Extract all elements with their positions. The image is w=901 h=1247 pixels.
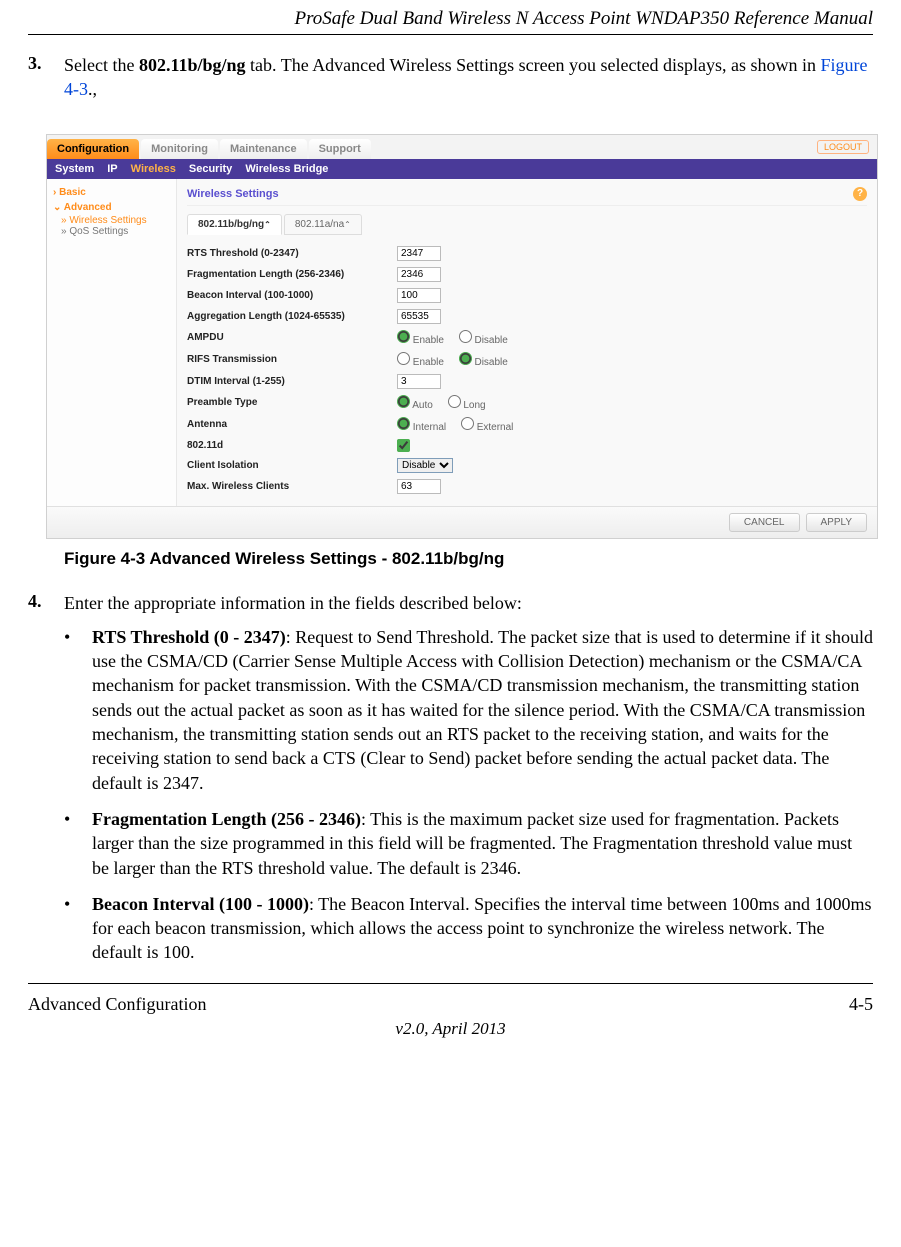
frag-input[interactable] [397,267,441,282]
rifs-disable-text: Disable [474,357,507,368]
ampdu-enable-radio[interactable] [397,330,410,343]
frag-label: Fragmentation Length (256-2346) [187,269,397,280]
footer-buttons: CANCEL APPLY [47,506,877,538]
ampdu-enable-text: Enable [413,335,444,346]
band-tab-ana[interactable]: 802.11a/na⌃ [284,214,362,235]
band-tab-bgn-label: 802.11b/bg/ng [198,219,264,230]
max-input[interactable] [397,479,441,494]
nav-basic[interactable]: › Basic [53,185,170,200]
antenna-label: Antenna [187,419,397,430]
footer-left: Advanced Configuration [28,994,206,1015]
subtab-wireless-bridge[interactable]: Wireless Bridge [245,163,328,175]
band-tab-ana-label: 802.11a/na [295,219,344,230]
bottom-rule [28,983,873,984]
nav-advanced-label: Advanced [64,202,112,213]
antenna-internal-text: Internal [413,422,446,433]
nav-advanced[interactable]: ⌄ Advanced [53,200,170,215]
bullet-1: RTS Threshold (0 - 2347): Request to Sen… [92,625,873,795]
b2-title: Fragmentation Length (256 - 2346) [92,809,361,829]
agg-input[interactable] [397,309,441,324]
cancel-button[interactable]: CANCEL [729,513,800,532]
wifi-icon: ⌃ [344,220,351,229]
d11-checkbox[interactable] [397,439,410,452]
main-panel: Wireless Settings ? 802.11b/bg/ng⌃ 802.1… [177,179,877,506]
b3-title: Beacon Interval (100 - 1000) [92,894,309,914]
top-rule [28,34,873,35]
step3-pre: Select the [64,55,139,75]
footer-version: v2.0, April 2013 [28,1015,873,1053]
step-num-3: 3. [28,53,64,102]
apply-button[interactable]: APPLY [806,513,868,532]
tab-monitoring[interactable]: Monitoring [141,139,218,159]
panel-title: Wireless Settings [187,188,279,200]
beacon-input[interactable] [397,288,441,303]
left-nav: › Basic ⌄ Advanced » Wireless Settings »… [47,179,177,506]
preamble-long-radio[interactable] [448,395,461,408]
bullet-mark: • [64,807,92,880]
tab-configuration[interactable]: Configuration [47,139,139,159]
step3-bold: 802.11b/bg/ng [139,55,246,75]
dtim-label: DTIM Interval (1-255) [187,376,397,387]
antenna-external-text: External [477,422,514,433]
band-tabs: 802.11b/bg/ng⌃ 802.11a/na⌃ [187,214,867,235]
agg-label: Aggregation Length (1024-65535) [187,311,397,322]
preamble-long-text: Long [463,400,485,411]
rts-input[interactable] [397,246,441,261]
logout-button[interactable]: LOGOUT [817,140,869,154]
tab-support[interactable]: Support [309,139,371,159]
page-header: ProSafe Dual Band Wireless N Access Poin… [28,0,873,34]
max-label: Max. Wireless Clients [187,481,397,492]
iso-select[interactable]: Disable [397,458,453,473]
ampdu-disable-text: Disable [474,335,507,346]
rifs-enable-text: Enable [413,357,444,368]
antenna-external-radio[interactable] [461,417,474,430]
antenna-internal-radio[interactable] [397,417,410,430]
panel-title-row: Wireless Settings ? [187,183,867,206]
preamble-auto-radio[interactable] [397,395,410,408]
subtab-wireless[interactable]: Wireless [131,163,176,175]
secondary-tabs: System IP Wireless Security Wireless Bri… [47,159,877,179]
subtab-system[interactable]: System [55,163,94,175]
ampdu-disable-radio[interactable] [459,330,472,343]
beacon-label: Beacon Interval (100-1000) [187,290,397,301]
ampdu-label: AMPDU [187,332,397,343]
dtim-input[interactable] [397,374,441,389]
iso-label: Client Isolation [187,460,397,471]
step-4-text: Enter the appropriate information in the… [64,591,873,615]
b1-text: : Request to Send Threshold. The packet … [92,627,873,793]
figure-caption: Figure 4-3 Advanced Wireless Settings - … [64,549,873,569]
subtab-ip[interactable]: IP [107,163,117,175]
preamble-auto-text: Auto [412,400,433,411]
nav-ws-label: Wireless Settings [69,215,146,226]
nav-wireless-settings[interactable]: » Wireless Settings [53,215,170,226]
nav-qos-label: QoS Settings [69,226,128,237]
step3-mid: tab. The Advanced Wireless Settings scre… [246,55,821,75]
rts-label: RTS Threshold (0-2347) [187,248,397,259]
nav-basic-label: Basic [59,187,86,198]
rifs-enable-radio[interactable] [397,352,410,365]
footer-right: 4-5 [849,994,873,1015]
step3-post: ., [88,79,97,99]
rifs-label: RIFS Transmission [187,354,397,365]
subtab-security[interactable]: Security [189,163,232,175]
primary-tabs: Configuration Monitoring Maintenance Sup… [47,135,877,159]
step-3-text: Select the 802.11b/bg/ng tab. The Advanc… [64,53,873,102]
bullet-3: Beacon Interval (100 - 1000): The Beacon… [92,892,873,965]
band-tab-bgn[interactable]: 802.11b/bg/ng⌃ [187,214,282,235]
nav-qos-settings[interactable]: » QoS Settings [53,226,170,237]
step-num-4: 4. [28,591,64,615]
wifi-icon: ⌃ [264,220,271,229]
bullet-2: Fragmentation Length (256 - 2346): This … [92,807,873,880]
rifs-disable-radio[interactable] [459,352,472,365]
bullet-mark: • [64,625,92,795]
bullet-mark: • [64,892,92,965]
b1-title: RTS Threshold (0 - 2347) [92,627,286,647]
tab-maintenance[interactable]: Maintenance [220,139,307,159]
d11-label: 802.11d [187,440,397,451]
embedded-screenshot: Configuration Monitoring Maintenance Sup… [46,134,878,539]
help-icon[interactable]: ? [853,187,867,201]
preamble-label: Preamble Type [187,397,397,408]
